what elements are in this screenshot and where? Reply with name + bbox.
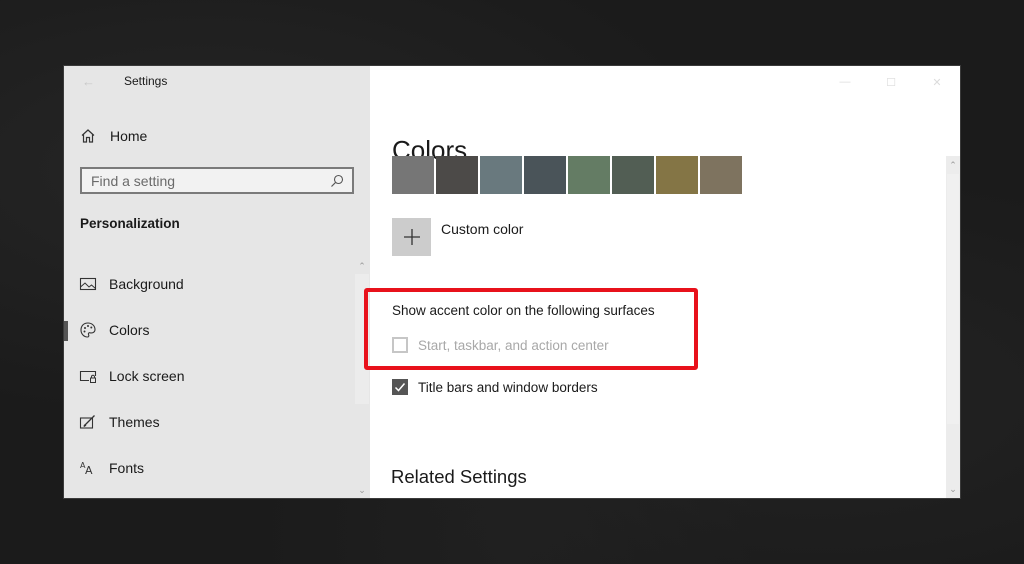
checkmark-icon	[392, 379, 408, 395]
color-swatch[interactable]	[568, 156, 610, 194]
window-controls: — ☐ ✕	[822, 66, 960, 98]
main-scrollbar[interactable]: ⌃ ⌄	[946, 156, 960, 498]
checkbox-label: Title bars and window borders	[418, 379, 598, 395]
scroll-up-icon[interactable]: ⌃	[946, 158, 960, 172]
related-settings-heading: Related Settings	[391, 466, 527, 487]
window-title: Settings	[124, 74, 168, 88]
nav-label: Background	[109, 276, 184, 292]
search-icon[interactable]	[330, 174, 344, 188]
lock-screen-icon	[79, 367, 97, 385]
themes-icon	[79, 413, 97, 431]
sidebar-item-fonts[interactable]: AA Fonts	[64, 445, 354, 491]
back-button[interactable]: ←	[82, 72, 102, 92]
color-swatch[interactable]	[480, 156, 522, 194]
home-label: Home	[110, 128, 148, 144]
color-swatches	[392, 156, 744, 194]
main-content: — ☐ ✕ Colors Custom color Show accent co…	[364, 66, 960, 498]
scroll-up-icon[interactable]: ⌃	[354, 260, 370, 272]
nav-label: Lock screen	[109, 368, 185, 384]
background-image-icon	[79, 275, 97, 293]
sidebar-item-colors[interactable]: Colors	[64, 307, 354, 353]
checkbox-unchecked-icon	[392, 337, 408, 353]
sidebar-scrollbar[interactable]: ⌃ ⌄	[354, 256, 370, 498]
custom-color-label: Custom color	[441, 221, 524, 237]
svg-text:A: A	[85, 464, 93, 477]
custom-color-button[interactable]: Custom color	[392, 218, 523, 256]
palette-icon	[79, 321, 97, 339]
title-bars-checkbox[interactable]: Title bars and window borders	[392, 379, 598, 395]
color-swatch[interactable]	[436, 156, 478, 194]
settings-window: ← Settings Home Personalization Backgrou…	[64, 66, 960, 498]
sidebar-item-home[interactable]: Home	[80, 124, 147, 148]
sidebar-item-themes[interactable]: Themes	[64, 399, 354, 445]
fonts-icon: AA	[79, 459, 97, 477]
color-swatch[interactable]	[392, 156, 434, 194]
sidebar-scroll-track[interactable]	[355, 274, 369, 404]
home-icon	[80, 128, 96, 144]
scroll-down-icon[interactable]: ⌄	[946, 482, 960, 496]
close-button[interactable]: ✕	[914, 66, 960, 98]
surfaces-label: Show accent color on the following surfa…	[392, 303, 655, 318]
section-title: Personalization	[80, 216, 180, 231]
scroll-down-icon[interactable]: ⌄	[354, 484, 370, 496]
search-box	[80, 167, 354, 194]
minimize-button[interactable]: —	[822, 66, 868, 98]
nav-label: Themes	[109, 414, 160, 430]
maximize-button[interactable]: ☐	[868, 66, 914, 98]
nav-label: Fonts	[109, 460, 145, 476]
color-swatch[interactable]	[524, 156, 566, 194]
nav-list: Background Colors Lock screen Themes A A…	[64, 261, 354, 491]
color-swatch[interactable]	[612, 156, 654, 194]
sidebar: ← Settings Home Personalization Backgrou…	[64, 66, 370, 498]
color-swatch[interactable]	[656, 156, 698, 194]
nav-label: Colors	[109, 322, 150, 338]
checkbox-label: Start, taskbar, and action center	[418, 337, 609, 353]
sidebar-item-background[interactable]: Background	[64, 261, 354, 307]
main-scroll-thumb[interactable]	[947, 174, 959, 424]
color-swatch[interactable]	[700, 156, 742, 194]
sidebar-item-lock-screen[interactable]: Lock screen	[64, 353, 354, 399]
start-taskbar-checkbox[interactable]: Start, taskbar, and action center	[392, 337, 609, 353]
highlight-annotation-box	[364, 288, 698, 370]
search-input[interactable]	[82, 168, 330, 193]
plus-icon	[392, 218, 431, 256]
